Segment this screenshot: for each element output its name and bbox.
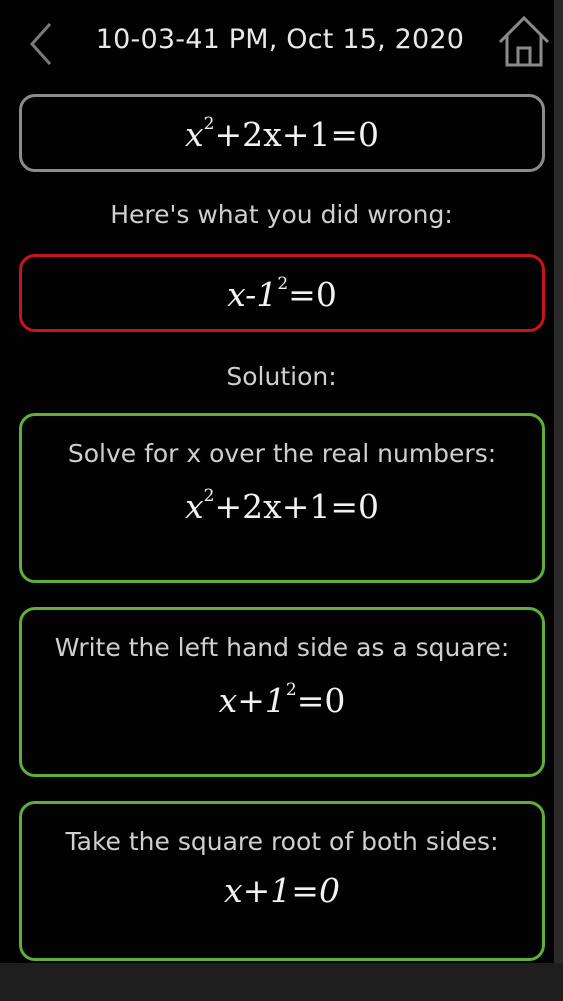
equation-base: x [184,115,204,154]
step-equation: x+12=0 [22,681,542,720]
screen: 10-03-41 PM, Oct 15, 2020 x2+2x+1=0 Here… [0,0,563,1001]
mistake-equation: x-12=0 [22,275,542,314]
mistake-box: x-12=0 [19,254,545,332]
equation-exponent: 2 [203,486,215,506]
equation-base: x [184,487,204,526]
edge-strip [554,0,563,1001]
timestamp: 10-03-41 PM, Oct 15, 2020 [95,24,465,55]
solution-label: Solution: [226,362,337,391]
home-button[interactable] [496,14,552,70]
equation-exponent: 2 [285,680,297,700]
mistake-label: Here's what you did wrong: [110,200,453,229]
header-bar: 10-03-41 PM, Oct 15, 2020 [0,0,563,86]
equation-rest: +2x+1=0 [214,115,379,154]
equation: x+1=0 [224,871,340,910]
bottom-bar [0,963,563,1001]
problem-equation: x2+2x+1=0 [22,115,542,154]
problem-input[interactable]: x2+2x+1=0 [19,94,545,172]
home-icon [498,15,550,67]
equation-exponent: 2 [277,274,289,294]
step-text: Take the square root of both sides: [65,827,499,856]
solution-step-3: Take the square root of both sides: x+1=… [19,801,545,961]
equation-rest: +2x+1=0 [214,487,379,526]
step-text: Solve for x over the real numbers: [67,439,497,468]
step-equation: x2+2x+1=0 [22,487,542,526]
back-button[interactable] [26,20,60,68]
equation-rest: =0 [288,275,337,314]
step-text: Write the left hand side as a square: [54,633,510,662]
solution-step-1: Solve for x over the real numbers: x2+2x… [19,413,545,583]
step-equation: x+1=0 [22,871,542,910]
equation-base: x+1 [218,681,286,720]
equation-rest: =0 [296,681,346,720]
equation-base: x-1 [227,275,278,314]
equation-exponent: 2 [203,114,215,134]
chevron-left-icon [29,22,52,66]
solution-step-2: Write the left hand side as a square: x+… [19,607,545,777]
